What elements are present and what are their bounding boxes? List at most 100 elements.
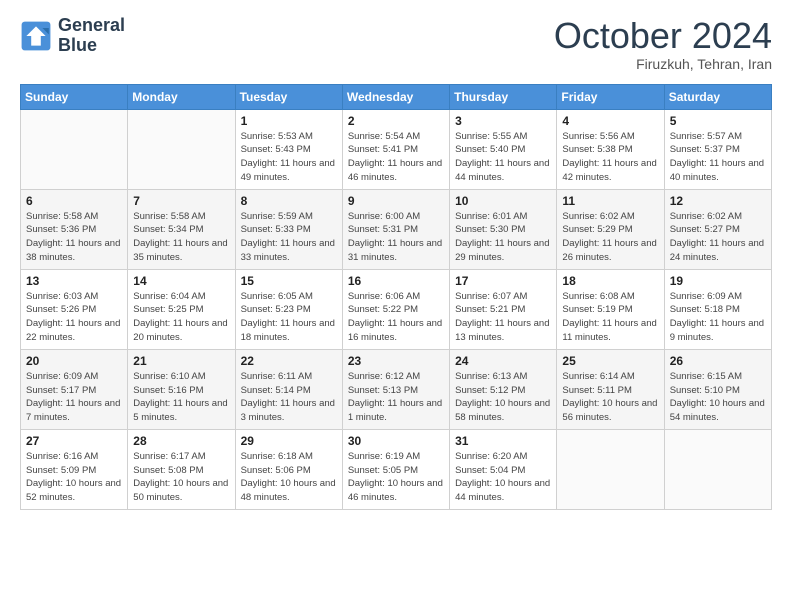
day-number: 27 xyxy=(26,434,122,448)
day-info: Sunrise: 6:02 AM Sunset: 5:29 PM Dayligh… xyxy=(562,210,658,265)
day-number: 13 xyxy=(26,274,122,288)
day-number: 4 xyxy=(562,114,658,128)
month-title: October 2024 xyxy=(554,16,772,56)
col-saturday: Saturday xyxy=(664,84,771,109)
day-cell xyxy=(128,109,235,189)
day-info: Sunrise: 5:59 AM Sunset: 5:33 PM Dayligh… xyxy=(241,210,337,265)
day-cell: 10Sunrise: 6:01 AM Sunset: 5:30 PM Dayli… xyxy=(450,189,557,269)
day-info: Sunrise: 6:08 AM Sunset: 5:19 PM Dayligh… xyxy=(562,290,658,345)
day-number: 29 xyxy=(241,434,337,448)
day-info: Sunrise: 6:03 AM Sunset: 5:26 PM Dayligh… xyxy=(26,290,122,345)
day-cell: 11 Sunrise: 6:02 AM Sunset: 5:29 PM Dayli… xyxy=(557,189,664,269)
logo-text: General Blue xyxy=(58,16,125,56)
day-number: 26 xyxy=(670,354,766,368)
day-cell: 4 Sunrise: 5:56 AM Sunset: 5:38 PM Daylig… xyxy=(557,109,664,189)
day-number: 8 xyxy=(241,194,337,208)
day-info: Sunrise: 6:06 AM Sunset: 5:22 PM Dayligh… xyxy=(348,290,444,345)
day-info: Sunrise: 5:58 AM Sunset: 5:36 PM Dayligh… xyxy=(26,210,122,265)
day-number: 28 xyxy=(133,434,229,448)
day-info: Sunrise: 6:19 AM Sunset: 5:05 PM Dayligh… xyxy=(348,450,444,505)
day-info: Sunrise: 6:17 AM Sunset: 5:08 PM Dayligh… xyxy=(133,450,229,505)
day-cell: 31 Sunrise: 6:20 AM Sunset: 5:04 PM Dayli… xyxy=(450,429,557,509)
day-cell: 23 Sunrise: 6:12 AM Sunset: 5:13 PM Dayli… xyxy=(342,349,449,429)
day-info: Sunrise: 6:15 AM Sunset: 5:10 PM Dayligh… xyxy=(670,370,766,425)
col-monday: Monday xyxy=(128,84,235,109)
day-info: Sunrise: 6:09 AM Sunset: 5:17 PM Dayligh… xyxy=(26,370,122,425)
day-info: Sunrise: 6:12 AM Sunset: 5:13 PM Dayligh… xyxy=(348,370,444,425)
day-cell: 21 Sunrise: 6:10 AM Sunset: 5:16 PM Dayli… xyxy=(128,349,235,429)
col-sunday: Sunday xyxy=(21,84,128,109)
day-info: Sunrise: 5:53 AM Sunset: 5:43 PM Dayligh… xyxy=(241,130,337,185)
day-info: Sunrise: 5:57 AM Sunset: 5:37 PM Dayligh… xyxy=(670,130,766,185)
day-number: 22 xyxy=(241,354,337,368)
day-number: 14 xyxy=(133,274,229,288)
day-cell xyxy=(664,429,771,509)
day-number: 6 xyxy=(26,194,122,208)
day-cell: 28 Sunrise: 6:17 AM Sunset: 5:08 PM Dayli… xyxy=(128,429,235,509)
day-number: 15 xyxy=(241,274,337,288)
day-number: 16 xyxy=(348,274,444,288)
day-cell: 22Sunrise: 6:11 AM Sunset: 5:14 PM Dayli… xyxy=(235,349,342,429)
day-cell: 27 Sunrise: 6:16 AM Sunset: 5:09 PM Dayli… xyxy=(21,429,128,509)
day-number: 11 xyxy=(562,194,658,208)
day-info: Sunrise: 5:55 AM Sunset: 5:40 PM Dayligh… xyxy=(455,130,551,185)
day-number: 24 xyxy=(455,354,551,368)
day-number: 30 xyxy=(348,434,444,448)
day-info: Sunrise: 6:04 AM Sunset: 5:25 PM Dayligh… xyxy=(133,290,229,345)
col-friday: Friday xyxy=(557,84,664,109)
day-cell: 3Sunrise: 5:55 AM Sunset: 5:40 PM Daylig… xyxy=(450,109,557,189)
day-cell: 14 Sunrise: 6:04 AM Sunset: 5:25 PM Dayli… xyxy=(128,269,235,349)
day-number: 18 xyxy=(562,274,658,288)
day-info: Sunrise: 5:56 AM Sunset: 5:38 PM Dayligh… xyxy=(562,130,658,185)
day-info: Sunrise: 6:20 AM Sunset: 5:04 PM Dayligh… xyxy=(455,450,551,505)
day-info: Sunrise: 6:00 AM Sunset: 5:31 PM Dayligh… xyxy=(348,210,444,265)
day-cell: 2Sunrise: 5:54 AM Sunset: 5:41 PM Daylig… xyxy=(342,109,449,189)
day-cell: 7 Sunrise: 5:58 AM Sunset: 5:34 PM Daylig… xyxy=(128,189,235,269)
col-thursday: Thursday xyxy=(450,84,557,109)
day-cell: 20Sunrise: 6:09 AM Sunset: 5:17 PM Dayli… xyxy=(21,349,128,429)
day-info: Sunrise: 6:07 AM Sunset: 5:21 PM Dayligh… xyxy=(455,290,551,345)
week-row-2: 6 Sunrise: 5:58 AM Sunset: 5:36 PM Daylig… xyxy=(21,189,772,269)
day-number: 1 xyxy=(241,114,337,128)
day-info: Sunrise: 6:09 AM Sunset: 5:18 PM Dayligh… xyxy=(670,290,766,345)
day-info: Sunrise: 5:58 AM Sunset: 5:34 PM Dayligh… xyxy=(133,210,229,265)
logo-icon xyxy=(20,20,52,52)
day-cell: 29 Sunrise: 6:18 AM Sunset: 5:06 PM Dayli… xyxy=(235,429,342,509)
day-cell: 5 Sunrise: 5:57 AM Sunset: 5:37 PM Daylig… xyxy=(664,109,771,189)
day-number: 23 xyxy=(348,354,444,368)
calendar-table: Sunday Monday Tuesday Wednesday Thursday… xyxy=(20,84,772,510)
week-row-4: 20Sunrise: 6:09 AM Sunset: 5:17 PM Dayli… xyxy=(21,349,772,429)
day-info: Sunrise: 6:10 AM Sunset: 5:16 PM Dayligh… xyxy=(133,370,229,425)
day-info: Sunrise: 6:18 AM Sunset: 5:06 PM Dayligh… xyxy=(241,450,337,505)
week-row-1: 1 Sunrise: 5:53 AM Sunset: 5:43 PM Daylig… xyxy=(21,109,772,189)
day-cell xyxy=(557,429,664,509)
day-cell: 9Sunrise: 6:00 AM Sunset: 5:31 PM Daylig… xyxy=(342,189,449,269)
day-number: 7 xyxy=(133,194,229,208)
subtitle: Firuzkuh, Tehran, Iran xyxy=(554,56,772,72)
day-cell: 6 Sunrise: 5:58 AM Sunset: 5:36 PM Daylig… xyxy=(21,189,128,269)
day-cell: 19 Sunrise: 6:09 AM Sunset: 5:18 PM Dayli… xyxy=(664,269,771,349)
page: General Blue October 2024 Firuzkuh, Tehr… xyxy=(0,0,792,526)
day-number: 21 xyxy=(133,354,229,368)
day-cell: 8 Sunrise: 5:59 AM Sunset: 5:33 PM Daylig… xyxy=(235,189,342,269)
day-info: Sunrise: 6:13 AM Sunset: 5:12 PM Dayligh… xyxy=(455,370,551,425)
header-row: Sunday Monday Tuesday Wednesday Thursday… xyxy=(21,84,772,109)
day-cell: 1 Sunrise: 5:53 AM Sunset: 5:43 PM Daylig… xyxy=(235,109,342,189)
day-number: 31 xyxy=(455,434,551,448)
day-number: 10 xyxy=(455,194,551,208)
day-number: 19 xyxy=(670,274,766,288)
logo: General Blue xyxy=(20,16,125,56)
day-info: Sunrise: 5:54 AM Sunset: 5:41 PM Dayligh… xyxy=(348,130,444,185)
col-wednesday: Wednesday xyxy=(342,84,449,109)
day-cell: 13 Sunrise: 6:03 AM Sunset: 5:26 PM Dayli… xyxy=(21,269,128,349)
day-info: Sunrise: 6:02 AM Sunset: 5:27 PM Dayligh… xyxy=(670,210,766,265)
day-cell xyxy=(21,109,128,189)
day-info: Sunrise: 6:16 AM Sunset: 5:09 PM Dayligh… xyxy=(26,450,122,505)
day-number: 12 xyxy=(670,194,766,208)
day-cell: 26 Sunrise: 6:15 AM Sunset: 5:10 PM Dayli… xyxy=(664,349,771,429)
day-number: 5 xyxy=(670,114,766,128)
day-cell: 25Sunrise: 6:14 AM Sunset: 5:11 PM Dayli… xyxy=(557,349,664,429)
day-number: 25 xyxy=(562,354,658,368)
title-block: October 2024 Firuzkuh, Tehran, Iran xyxy=(554,16,772,72)
day-cell: 16 Sunrise: 6:06 AM Sunset: 5:22 PM Dayli… xyxy=(342,269,449,349)
